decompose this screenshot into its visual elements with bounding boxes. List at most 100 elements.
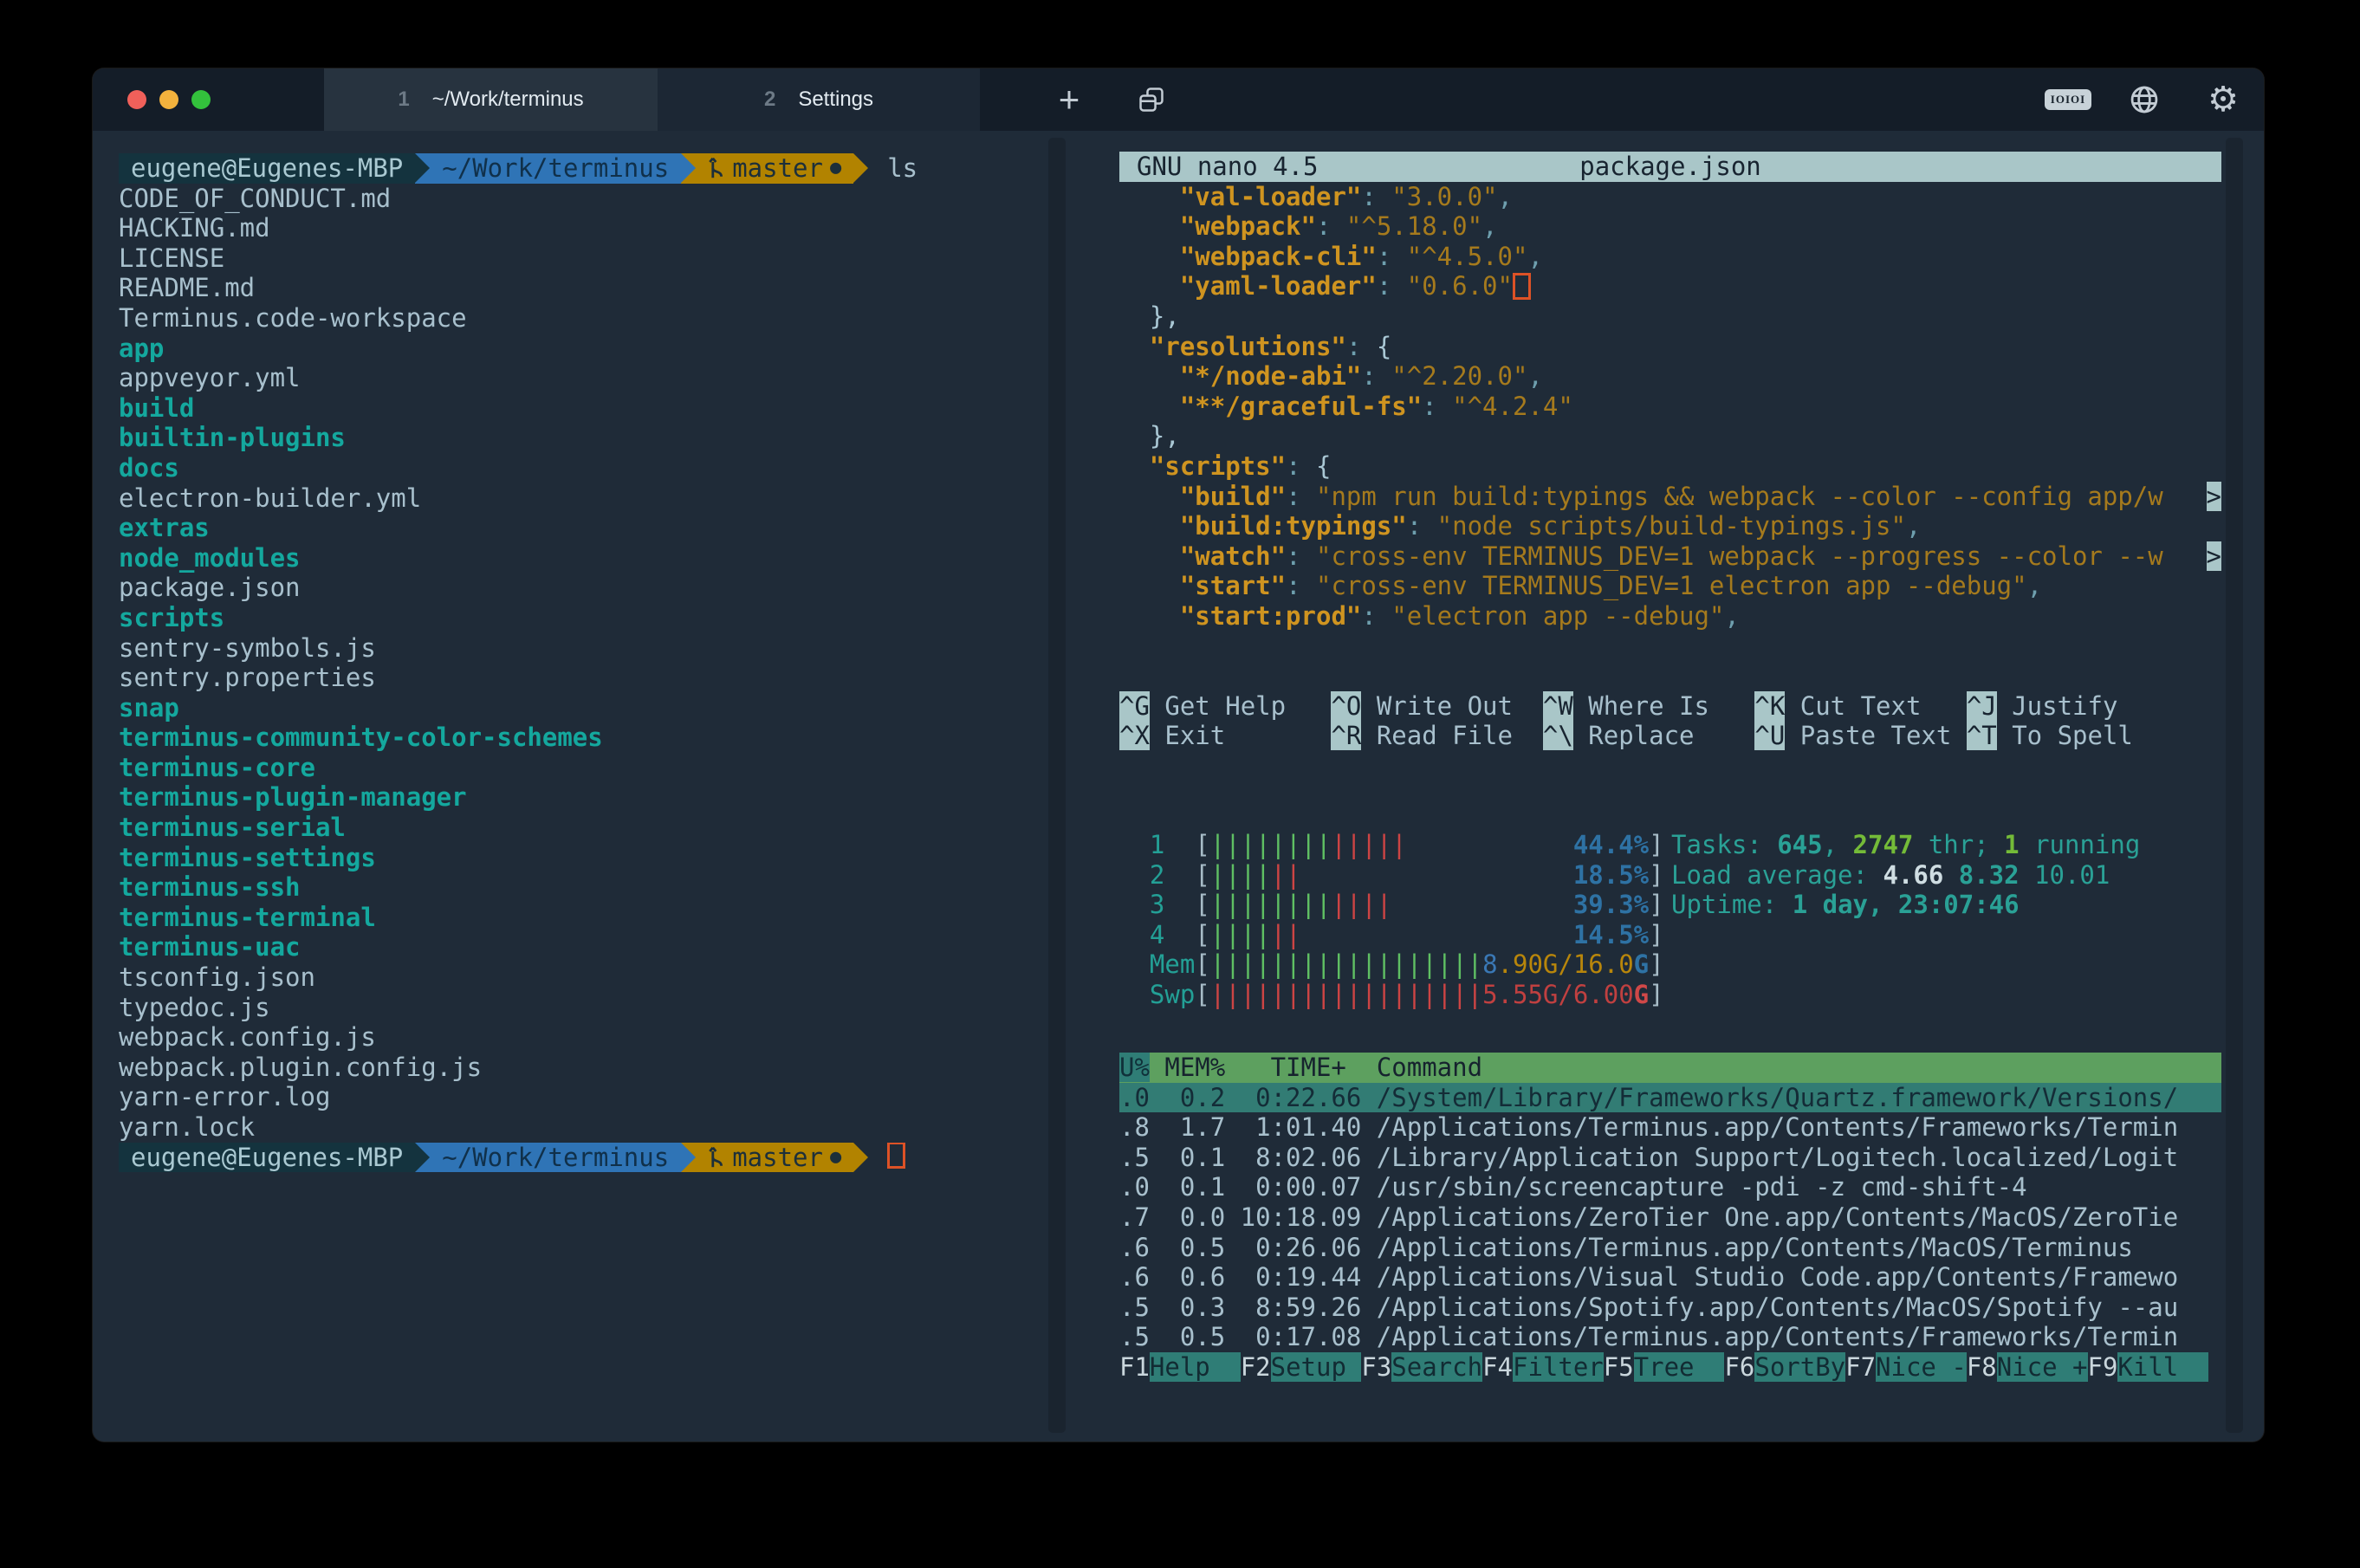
text-segment: }, <box>1119 421 1180 450</box>
text-segment: Replace <box>1588 721 1754 750</box>
text-segment: "cross-env TERMINUS_DEV=1 webpack --prog… <box>1316 541 2163 571</box>
terminal-line: .5 0.1 8:02.06 /Library/Application Supp… <box>1119 1143 2221 1173</box>
terminal-line: }, <box>1119 301 2221 332</box>
text-segment: LICENSE <box>119 243 224 273</box>
terminal-line: .0 0.2 0:22.66 /System/Library/Framework… <box>1119 1083 2221 1113</box>
nano-buffer: "val-loader": "3.0.0", "webpack": "^5.18… <box>1119 182 2221 751</box>
text-segment: "^4.5.0" <box>1407 242 1528 271</box>
text-segment: 10.01 <box>2020 860 2110 890</box>
terminal-pane-shell[interactable]: eugene@Eugenes-MBP ~/Work/terminus maste… <box>119 153 1046 1172</box>
text-segment: [ <box>1195 949 1209 979</box>
text-segment: "cross-env TERMINUS_DEV=1 electron app -… <box>1316 571 2027 600</box>
serial-port-icon[interactable]: IOIOI <box>2038 68 2098 131</box>
terminal-pane-nano[interactable]: package.json GNU nano 4.5 "val-loader": … <box>1119 152 2221 751</box>
powerline-arrow <box>681 1143 696 1173</box>
text-segment: extras <box>119 513 210 542</box>
text-segment: build <box>119 393 194 423</box>
text-segment <box>1119 601 1180 631</box>
window-controls <box>127 68 211 131</box>
text-segment: Nice + <box>1997 1352 2088 1382</box>
left-pane-scrollbar[interactable] <box>1048 138 1066 1433</box>
text-segment: Write Out <box>1377 691 1543 721</box>
text-segment: tsconfig.json <box>119 962 315 992</box>
terminal-line: Mem[||||||||||||||||||8.90G/16.0G] <box>1119 949 2221 980</box>
text-segment <box>1119 182 1180 211</box>
terminal-line: scripts <box>119 603 1046 633</box>
htop-rows: U% MEM% TIME+ Command.0 0.2 0:22.66 /Sys… <box>1119 1053 2221 1383</box>
terminal-line: Load average: 4.66 8.32 10.01 <box>1671 860 2140 891</box>
tab-work-terminus[interactable]: 1 ~/Work/terminus <box>324 68 658 131</box>
text-segment: Cut Text <box>1800 691 1967 721</box>
text-segment: : <box>1346 332 1377 361</box>
text-segment: Exit <box>1164 721 1331 750</box>
desktop: 1 ~/Work/terminus 2 Settings + IOIOI <box>0 0 2360 1568</box>
nano-titlebar: package.json GNU nano 4.5 <box>1119 152 2221 182</box>
terminal-line: Uptime: 1 day, 23:07:46 <box>1671 890 2140 920</box>
text-segment: Kill <box>2117 1352 2208 1382</box>
split-pane-icon[interactable] <box>1124 68 1179 131</box>
tab-index: 2 <box>764 87 775 112</box>
text-segment: [ <box>1195 980 1209 1009</box>
minimize-button[interactable] <box>159 90 178 109</box>
terminal-line: "start": "cross-env TERMINUS_DEV=1 elect… <box>1119 571 2221 601</box>
text-segment: "val-loader" <box>1180 182 1362 211</box>
terminal-line: .5 0.5 0:17.08 /Applications/Terminus.ap… <box>1119 1322 2221 1352</box>
text-segment: yarn-error.log <box>119 1082 330 1111</box>
terminal-pane-htop[interactable]: 1 [||||||||||||| 44.4%] 2 [|||||| 18.5%]… <box>1119 830 2221 1010</box>
text-segment: "0.6.0" <box>1407 271 1513 301</box>
text-segment: , <box>1527 242 1542 271</box>
text-segment: : <box>1422 392 1452 421</box>
text-segment: .5 0.3 8:59.26 /Applications/Spotify.app… <box>1119 1293 2178 1322</box>
text-segment <box>1119 361 1180 391</box>
terminal-line: terminus-serial <box>119 813 1046 843</box>
text-segment: F9 <box>2088 1352 2118 1382</box>
text-segment: .6 0.6 0:19.44 /Applications/Visual Stud… <box>1119 1262 2178 1292</box>
text-segment: .90G/16.0 <box>1498 949 1634 979</box>
terminal-line: "webpack": "^5.18.0", <box>1119 211 2221 242</box>
terminal-line: "build": "npm run build:typings && webpa… <box>1119 482 2221 512</box>
text-segment: Help <box>1150 1352 1241 1382</box>
text-segment: ||||| <box>1331 830 1406 859</box>
text-segment: 1 <box>2004 830 2019 859</box>
terminal-line: U% MEM% TIME+ Command <box>1119 1053 2221 1083</box>
terminal-line: "*/node-abi": "^2.20.0", <box>1119 361 2221 392</box>
text-segment: "npm run build:typings && webpack --colo… <box>1316 482 2163 511</box>
text-segment <box>1361 691 1376 721</box>
text-segment: ^\ <box>1543 721 1573 750</box>
text-segment: F4 <box>1482 1352 1513 1382</box>
text-segment: ^T <box>1967 721 1997 750</box>
text-segment: , <box>1498 182 1513 211</box>
text-segment: "^4.2.4" <box>1452 392 1573 421</box>
text-segment: 2747 <box>1853 830 1914 859</box>
powerline-arrow <box>415 1143 430 1173</box>
git-branch-label: master <box>732 1143 823 1173</box>
text-segment: , <box>2027 571 2042 600</box>
text-segment <box>1361 721 1376 750</box>
prompt-git-segment: master● <box>696 153 853 184</box>
htop-process-table[interactable]: U% MEM% TIME+ Command.0 0.2 0:22.66 /Sys… <box>1119 1053 2221 1383</box>
text-segment: 8.32 <box>1959 860 2020 890</box>
terminal-line: 4 [|||||| 14.5%] <box>1119 920 2221 950</box>
powerline-arrow <box>853 1143 868 1173</box>
settings-gear-icon[interactable]: ⚙ <box>2198 68 2248 131</box>
tab-settings[interactable]: 2 Settings <box>658 68 980 131</box>
ssh-globe-icon[interactable] <box>2120 68 2169 131</box>
zoom-button[interactable] <box>191 90 211 109</box>
new-tab-button[interactable]: + <box>1041 68 1097 131</box>
text-segment: , <box>1482 211 1497 241</box>
text-segment: ^J <box>1967 691 1997 721</box>
text-segment: webpack.config.js <box>119 1022 376 1052</box>
text-segment: Justify <box>2012 691 2117 721</box>
nano-cursor <box>1513 273 1531 300</box>
text-segment: .0 0.2 0:22.66 /System/Library/Framework… <box>1119 1083 2178 1112</box>
text-segment: { <box>1316 451 1331 481</box>
text-segment: Nice - <box>1876 1352 1967 1382</box>
text-segment: Where Is <box>1588 691 1754 721</box>
right-pane-scrollbar[interactable] <box>2226 138 2243 1433</box>
text-segment: Filter <box>1513 1352 1604 1382</box>
text-segment: "3.0.0" <box>1391 182 1497 211</box>
close-button[interactable] <box>127 90 146 109</box>
text-segment: ^O <box>1331 691 1361 721</box>
text-segment: .6 0.5 0:26.06 /Applications/Terminus.ap… <box>1119 1233 2133 1262</box>
text-segment: 8 <box>1482 949 1497 979</box>
